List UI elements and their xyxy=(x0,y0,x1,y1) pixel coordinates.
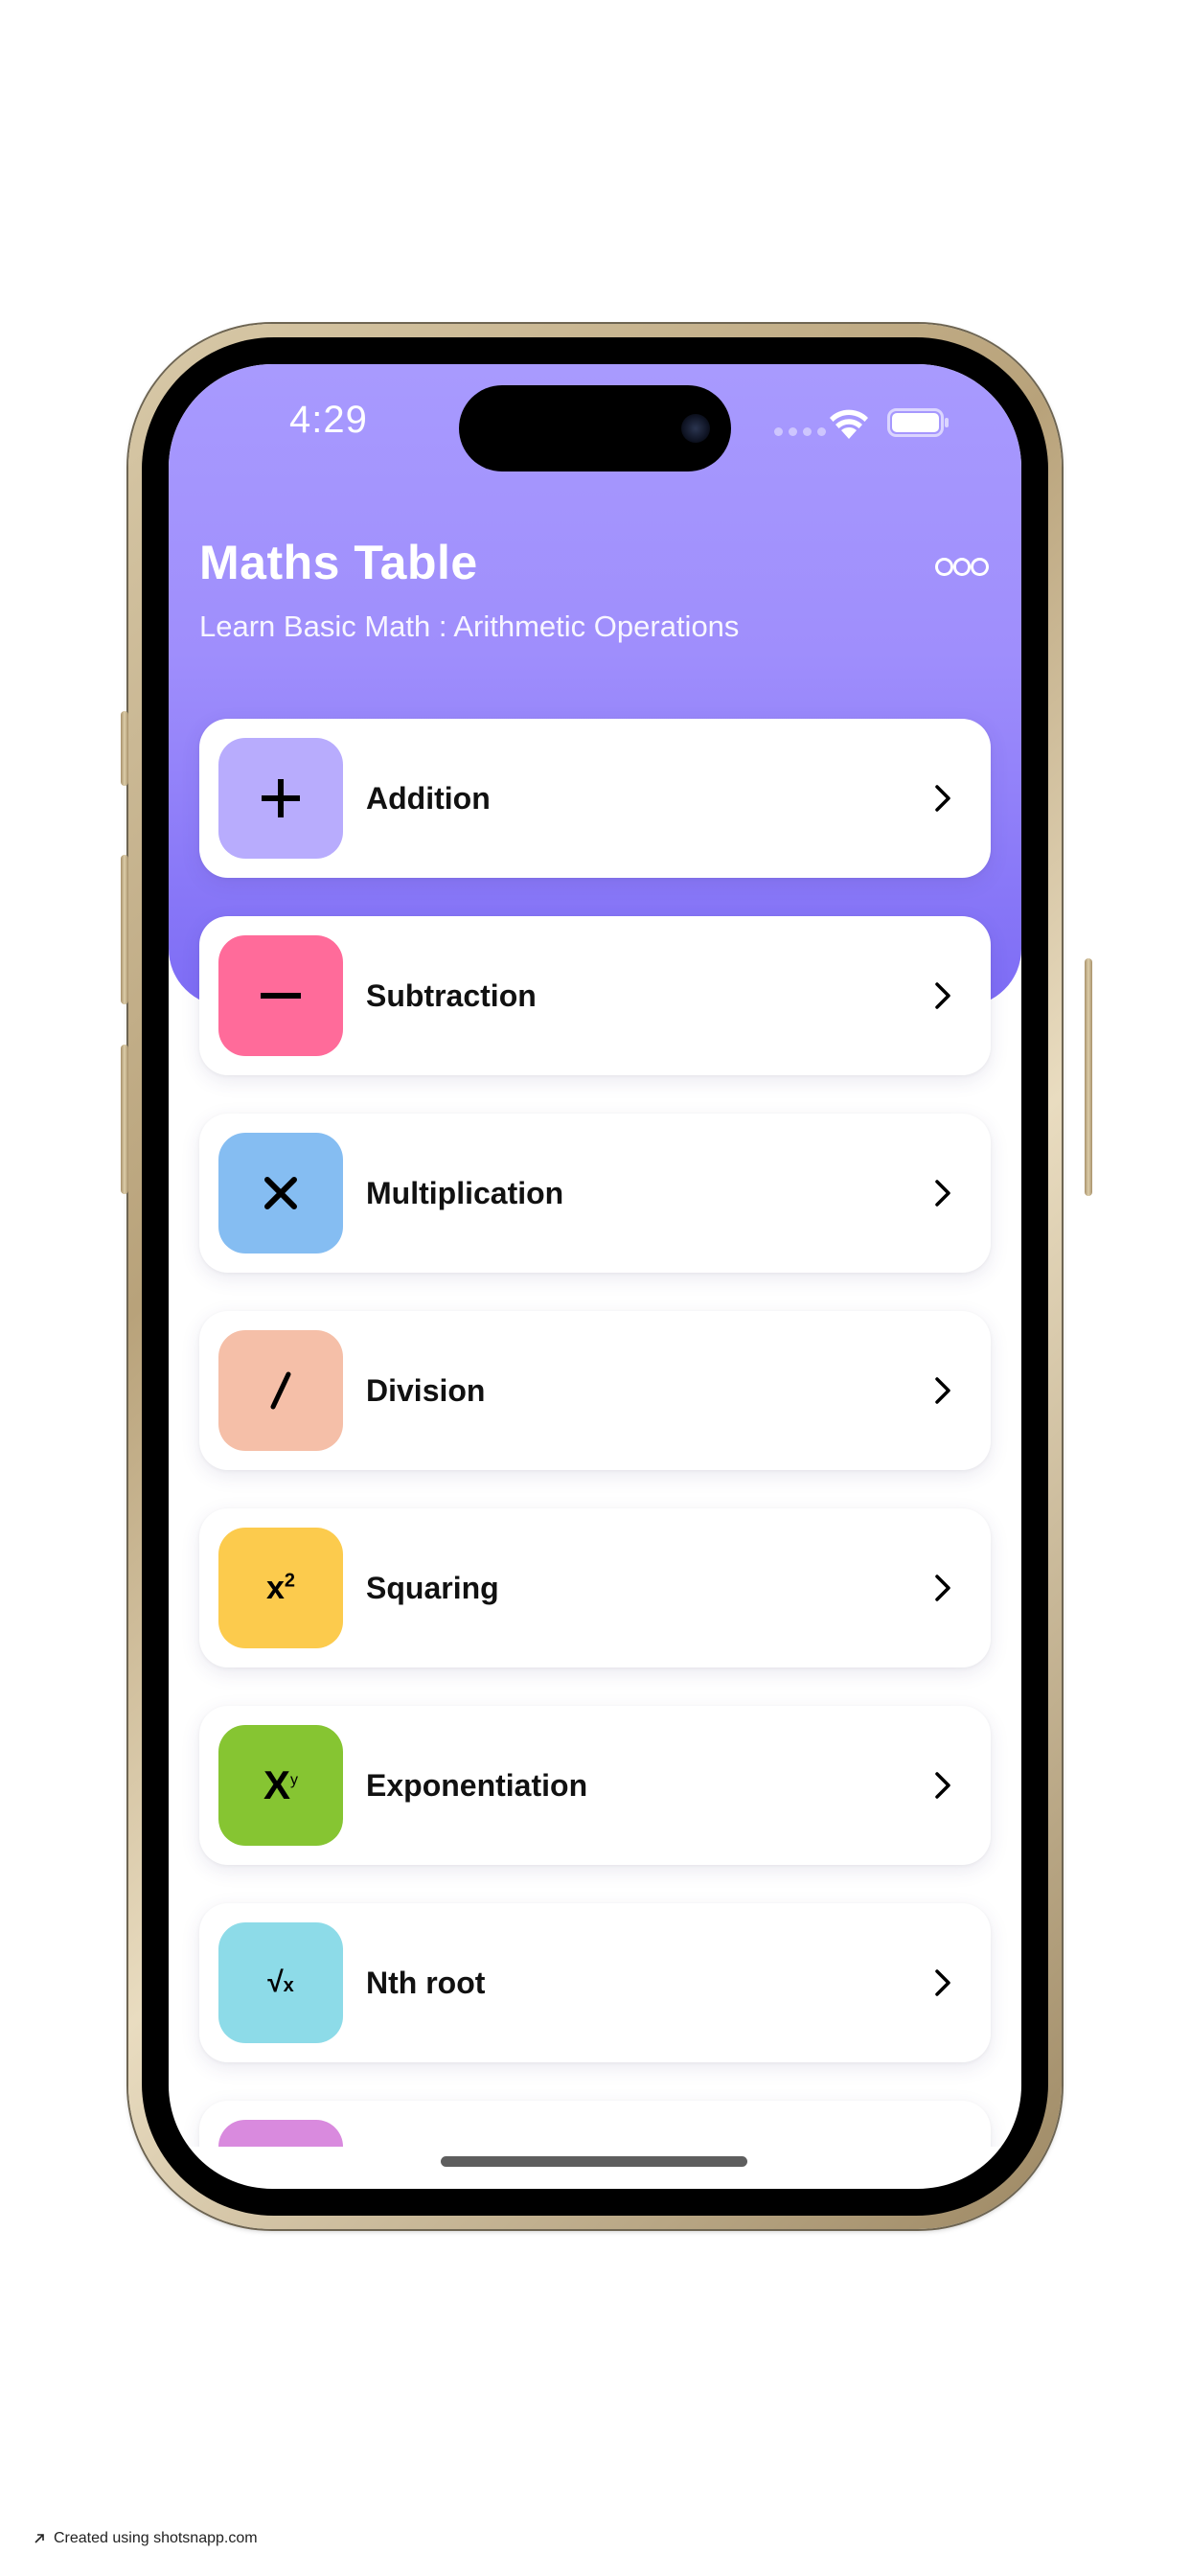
operation-label: Subtraction xyxy=(366,978,537,1013)
operation-card[interactable]: Addition xyxy=(199,719,991,878)
operation-label: Squaring xyxy=(366,1571,499,1605)
operation-card[interactable]: Division xyxy=(199,1311,991,1470)
minus-icon xyxy=(218,935,343,1056)
plus-icon xyxy=(218,738,343,859)
stage: 4:29 Maths Table Learn Basic Math : Arit… xyxy=(0,0,1190,2576)
operation-card[interactable]: Subtraction xyxy=(199,916,991,1075)
times-icon xyxy=(218,1133,343,1254)
root-icon: √x xyxy=(218,1922,343,2043)
operation-card[interactable]: Multiplication xyxy=(199,1114,991,1273)
chevron-right-icon xyxy=(935,1180,950,1207)
divide-icon xyxy=(218,1330,343,1451)
power-button xyxy=(1085,958,1092,1196)
operation-label: Nth root xyxy=(366,1966,486,2000)
chevron-right-icon xyxy=(935,982,950,1009)
operation-label: Exponentiation xyxy=(366,1768,588,1803)
chevron-right-icon xyxy=(935,1772,950,1799)
chevron-right-icon xyxy=(935,1969,950,1996)
action-button xyxy=(121,711,128,786)
list-viewport: Addition Subtraction Multiplication Divisio… xyxy=(169,364,1021,2147)
footer-credit-text: Created using shotsnapp.com xyxy=(54,2530,258,2546)
operation-label: Multiplication xyxy=(366,1176,564,1210)
chevron-right-icon xyxy=(935,1377,950,1404)
operations-list: Addition Subtraction Multiplication Divisio… xyxy=(199,719,991,2147)
exponent-icon: Xy xyxy=(218,1725,343,1846)
operation-icon xyxy=(218,2120,343,2147)
chevron-right-icon xyxy=(935,785,950,812)
volume-up-button xyxy=(121,855,128,1004)
operation-card[interactable]: Xy Exponentiation xyxy=(199,1706,991,1865)
arrow-up-right-icon xyxy=(34,2534,44,2543)
phone-screen: 4:29 Maths Table Learn Basic Math : Arit… xyxy=(169,364,1021,2189)
footer-credit[interactable]: Created using shotsnapp.com xyxy=(33,2530,258,2547)
operation-card[interactable]: x2 Squaring xyxy=(199,1508,991,1668)
operation-label: Division xyxy=(366,1373,486,1408)
chevron-right-icon xyxy=(935,1575,950,1601)
square-icon: x2 xyxy=(218,1528,343,1648)
home-indicator[interactable] xyxy=(441,2156,747,2167)
operation-card[interactable] xyxy=(199,2101,991,2147)
operation-card[interactable]: √x Nth root xyxy=(199,1903,991,2062)
operation-label: Addition xyxy=(366,781,491,816)
volume-down-button xyxy=(121,1045,128,1194)
